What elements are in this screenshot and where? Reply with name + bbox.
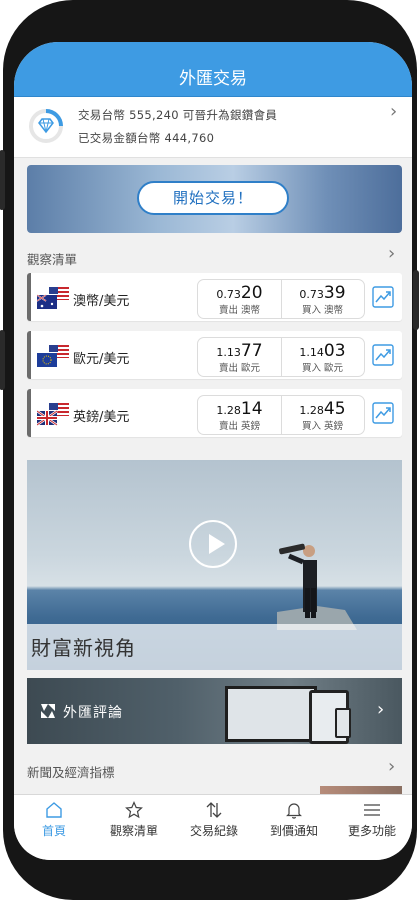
sell-price-prefix: 1.28	[216, 404, 241, 417]
quote-box: 1.1377 賣出 歐元 1.1403 買入 歐元	[197, 337, 365, 377]
sell-price-pips: 14	[240, 399, 263, 419]
sell-price-pips: 20	[240, 283, 263, 303]
diamond-icon	[29, 109, 63, 143]
tab-label: 更多功能	[347, 824, 396, 838]
buy-price-pips: 03	[323, 341, 346, 361]
news-title: 新聞及經濟指標	[27, 765, 115, 780]
buy-label: 買入 歐元	[301, 363, 344, 374]
chevron-right-icon: ›	[377, 699, 385, 720]
watchlist-row[interactable]: 歐元/美元 1.1377 賣出 歐元 1.1403 買入 歐元	[27, 331, 402, 379]
sell-price-pips: 77	[240, 341, 263, 361]
bank-logo-icon	[41, 704, 55, 718]
side-button	[413, 270, 419, 330]
tab-watchlist[interactable]: 觀察清單	[94, 801, 174, 839]
currency-pair-label: 歐元/美元	[73, 352, 130, 367]
sell-quote[interactable]: 0.7320 賣出 澳幣	[198, 280, 282, 318]
bottom-tab-bar: 首頁 觀察清單 交易紀錄 到價通知 更多功能	[14, 794, 412, 860]
buy-label: 買入 澳幣	[301, 305, 344, 316]
start-trading-button[interactable]: 開始交易！	[137, 181, 289, 215]
video-card[interactable]: 財富新視角	[27, 460, 402, 670]
buy-label: 買入 英鎊	[301, 421, 344, 432]
currency-pair-label: 澳幣/美元	[73, 294, 130, 309]
fx-commentary-label: 外匯評論	[63, 705, 123, 721]
buy-price-prefix: 1.14	[299, 346, 324, 359]
side-button	[0, 330, 5, 390]
watchlist-row[interactable]: 澳幣/美元 0.7320 賣出 澳幣 0.7339 買入 澳幣	[27, 273, 402, 321]
buy-price-pips: 45	[323, 399, 346, 419]
home-icon	[46, 802, 62, 818]
chart-trend-icon[interactable]	[372, 402, 394, 424]
bell-icon	[286, 803, 302, 819]
tab-label: 首頁	[41, 824, 66, 838]
sell-label: 賣出 澳幣	[218, 305, 261, 316]
currency-pair-label: 英鎊/美元	[73, 410, 130, 425]
menu-icon	[364, 804, 380, 816]
uk-us-flag-icon	[37, 403, 69, 426]
sell-price-prefix: 0.73	[216, 288, 241, 301]
euro-us-flag-icon	[37, 345, 69, 367]
buy-quote[interactable]: 1.1403 買入 歐元	[281, 338, 364, 376]
trade-banner: 開始交易！	[27, 165, 402, 233]
tab-trade-history[interactable]: 交易紀錄	[174, 801, 254, 839]
sell-price-prefix: 1.13	[216, 346, 241, 359]
member-upgrade-text: 交易台幣 555,240 可晉升為銀鑽會員	[78, 108, 278, 122]
buy-price-prefix: 0.73	[299, 288, 324, 301]
phone-image	[335, 708, 351, 738]
tab-price-alert[interactable]: 到價通知	[254, 801, 334, 839]
member-status-bar[interactable]: 交易台幣 555,240 可晉升為銀鑽會員 已交易金額台幣 444,760 ›	[14, 97, 412, 158]
quote-box: 0.7320 賣出 澳幣 0.7339 買入 澳幣	[197, 279, 365, 319]
quote-box: 1.2814 賣出 英鎊 1.2845 買入 英鎊	[197, 395, 365, 435]
sell-quote[interactable]: 1.2814 賣出 英鎊	[198, 396, 282, 434]
member-traded-amount: 已交易金額台幣 444,760	[78, 131, 215, 145]
watchlist-row[interactable]: 英鎊/美元 1.2814 賣出 英鎊 1.2845 買入 英鎊	[27, 389, 402, 437]
side-button	[0, 150, 5, 210]
buy-price-prefix: 1.28	[299, 404, 324, 417]
tab-label: 觀察清單	[109, 824, 158, 838]
chevron-right-icon[interactable]: ›	[388, 245, 395, 263]
sell-quote[interactable]: 1.1377 賣出 歐元	[198, 338, 282, 376]
sell-label: 賣出 英鎊	[218, 421, 261, 432]
fx-commentary-banner[interactable]: 外匯評論 ›	[27, 678, 402, 744]
tab-label: 到價通知	[269, 824, 318, 838]
arrows-icon	[206, 802, 222, 818]
watchlist-title: 觀察清單	[27, 252, 78, 267]
app-screen: 外匯交易 交易台幣 555,240 可晉升為銀鑽會員 已交易金額台幣 444,7…	[14, 42, 412, 860]
chart-trend-icon[interactable]	[372, 344, 394, 366]
app-header: 外匯交易	[14, 42, 412, 97]
australia-us-flag-icon	[37, 287, 69, 309]
play-icon[interactable]	[189, 520, 237, 568]
tab-label: 交易紀錄	[189, 824, 238, 838]
buy-quote[interactable]: 1.2845 買入 英鎊	[281, 396, 364, 434]
sell-label: 賣出 歐元	[218, 363, 261, 374]
page-title: 外匯交易	[179, 69, 247, 89]
buy-price-pips: 39	[323, 283, 346, 303]
chevron-right-icon[interactable]: ›	[388, 758, 395, 776]
video-caption: 財富新視角	[31, 636, 136, 660]
star-icon	[125, 801, 143, 819]
tab-more[interactable]: 更多功能	[332, 801, 412, 839]
laptop-image	[225, 686, 317, 742]
tab-home[interactable]: 首頁	[14, 801, 94, 839]
phone-frame: 外匯交易 交易台幣 555,240 可晉升為銀鑽會員 已交易金額台幣 444,7…	[0, 0, 419, 900]
video-caption-bar: 財富新視角	[27, 624, 402, 670]
buy-quote[interactable]: 0.7339 買入 澳幣	[281, 280, 364, 318]
chevron-right-icon: ›	[390, 101, 398, 122]
chart-trend-icon[interactable]	[372, 286, 394, 308]
